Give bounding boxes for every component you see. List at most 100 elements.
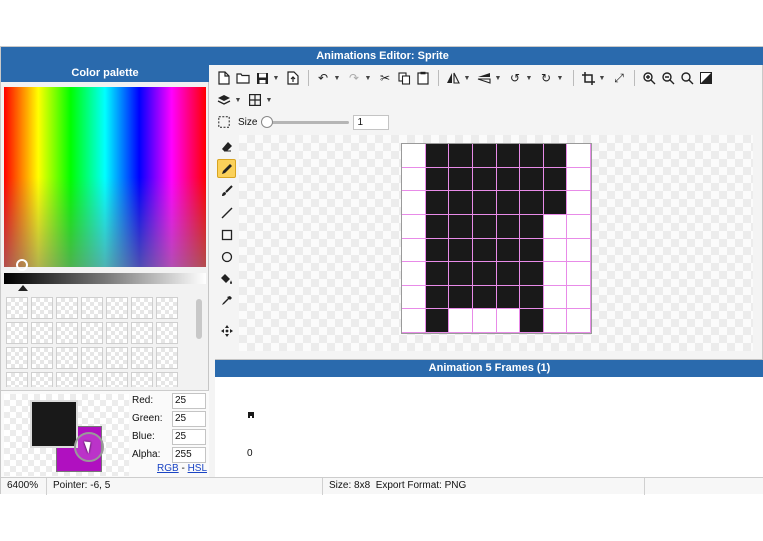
sprite-pixel[interactable]	[543, 262, 568, 286]
sprite-pixel[interactable]	[402, 262, 426, 286]
swatches-scrollbar[interactable]	[196, 299, 202, 339]
layers-icon[interactable]	[215, 91, 233, 109]
sprite-pixel[interactable]	[425, 144, 450, 168]
redo-icon[interactable]: ↷	[345, 69, 363, 87]
sprite-pixel[interactable]	[496, 262, 521, 286]
sprite-pixel[interactable]	[472, 144, 497, 168]
new-file-icon[interactable]	[215, 69, 233, 87]
sprite-pixel[interactable]	[496, 144, 521, 168]
palette-swatch[interactable]	[156, 372, 178, 387]
sprite-pixel[interactable]	[567, 214, 591, 239]
primary-color-swatch[interactable]	[30, 400, 78, 448]
sprite-pixel[interactable]	[520, 167, 544, 192]
sprite-pixel[interactable]	[402, 167, 426, 192]
palette-swatch[interactable]	[56, 297, 78, 319]
sprite-pixel[interactable]	[472, 167, 497, 192]
ellipse-icon[interactable]	[217, 247, 236, 266]
palette-swatch[interactable]	[81, 372, 103, 387]
flip-horizontal-icon[interactable]	[444, 69, 462, 87]
layers-dropdown-icon[interactable]: ▼	[234, 91, 242, 109]
frame-thumbnail[interactable]	[248, 412, 254, 418]
line-icon[interactable]	[217, 203, 236, 222]
flip-vertical-dropdown-icon[interactable]: ▼	[494, 69, 502, 87]
resize-icon[interactable]: ⤢	[610, 69, 628, 87]
sprite-pixel[interactable]	[449, 285, 473, 310]
cut-icon[interactable]: ✂	[376, 69, 394, 87]
spectrum-picker-handle[interactable]	[16, 259, 28, 271]
sprite-pixel[interactable]	[472, 238, 497, 263]
sprite-pixel[interactable]	[402, 214, 426, 239]
redo-dropdown-icon[interactable]: ▼	[364, 69, 372, 87]
export-icon[interactable]	[284, 69, 302, 87]
palette-swatch[interactable]	[6, 297, 28, 319]
sprite-pixel[interactable]	[449, 309, 473, 333]
sprite-pixel[interactable]	[496, 214, 521, 239]
crop-icon[interactable]	[579, 69, 597, 87]
sprite-pixel[interactable]	[520, 309, 544, 333]
sprite-pixel[interactable]	[402, 309, 426, 333]
sprite-pixel[interactable]	[567, 238, 591, 263]
size-input[interactable]: 1	[353, 114, 390, 130]
paste-icon[interactable]	[414, 69, 432, 87]
sprite-pixel[interactable]	[520, 144, 544, 168]
blue-input[interactable]: 25	[172, 429, 206, 445]
sprite-pixel[interactable]	[567, 309, 591, 333]
palette-swatch[interactable]	[131, 372, 153, 387]
pencil-icon[interactable]	[217, 159, 236, 178]
rotate-left-dropdown-icon[interactable]: ▼	[525, 69, 533, 87]
rectangle-icon[interactable]	[217, 225, 236, 244]
eraser-icon[interactable]	[217, 137, 236, 156]
sprite-pixel[interactable]	[449, 262, 473, 286]
alpha-input[interactable]: 255	[172, 447, 206, 463]
canvas-area[interactable]	[239, 135, 753, 351]
sprite-pixel[interactable]	[543, 309, 568, 333]
selection-icon[interactable]	[215, 113, 233, 131]
palette-swatch[interactable]	[6, 322, 28, 344]
sprite-pixel[interactable]	[496, 309, 521, 333]
sprite-pixel[interactable]	[496, 285, 521, 310]
sprite-pixel[interactable]	[402, 144, 426, 168]
sprite-pixel[interactable]	[543, 285, 568, 310]
palette-swatch[interactable]	[56, 372, 78, 387]
palette-swatch[interactable]	[56, 347, 78, 369]
sprite-pixel[interactable]	[472, 262, 497, 286]
sprite-pixel[interactable]	[402, 191, 426, 215]
sprite-pixel[interactable]	[567, 191, 591, 215]
palette-swatch[interactable]	[131, 322, 153, 344]
sprite-pixel[interactable]	[543, 238, 568, 263]
sprite-pixel[interactable]	[520, 191, 544, 215]
rotate-right-dropdown-icon[interactable]: ▼	[556, 69, 564, 87]
zoom-out-icon[interactable]	[659, 69, 677, 87]
sprite-pixel[interactable]	[472, 309, 497, 333]
sprite-pixel[interactable]	[496, 191, 521, 215]
sprite-pixel[interactable]	[402, 238, 426, 263]
hsl-mode-link[interactable]: HSL	[188, 463, 207, 474]
palette-swatch[interactable]	[81, 297, 103, 319]
sprite-pixel[interactable]	[402, 285, 426, 310]
red-input[interactable]: 25	[172, 393, 206, 409]
crop-dropdown-icon[interactable]: ▼	[598, 69, 606, 87]
rotate-right-icon[interactable]: ↻	[537, 69, 555, 87]
brightness-slider[interactable]	[4, 273, 206, 284]
brush-icon[interactable]	[217, 181, 236, 200]
sprite-pixel[interactable]	[496, 167, 521, 192]
sprite-pixel[interactable]	[449, 238, 473, 263]
sprite-pixel[interactable]	[543, 144, 568, 168]
palette-swatch[interactable]	[156, 347, 178, 369]
sprite-pixel[interactable]	[425, 191, 450, 215]
size-slider-thumb[interactable]	[261, 116, 274, 128]
sprite-pixel[interactable]	[472, 191, 497, 215]
sprite-pixel[interactable]	[520, 238, 544, 263]
grid-icon[interactable]	[246, 91, 264, 109]
fill-bucket-icon[interactable]	[217, 269, 236, 288]
sprite-pixel[interactable]	[520, 214, 544, 239]
zoom-in-icon[interactable]	[640, 69, 658, 87]
sprite-pixel[interactable]	[449, 214, 473, 239]
palette-swatch[interactable]	[31, 347, 53, 369]
eyedropper-icon[interactable]	[217, 291, 236, 310]
palette-swatch[interactable]	[31, 372, 53, 387]
undo-icon[interactable]: ↶	[314, 69, 332, 87]
sprite-pixel[interactable]	[472, 285, 497, 310]
copy-icon[interactable]	[395, 69, 413, 87]
flip-horizontal-dropdown-icon[interactable]: ▼	[463, 69, 471, 87]
